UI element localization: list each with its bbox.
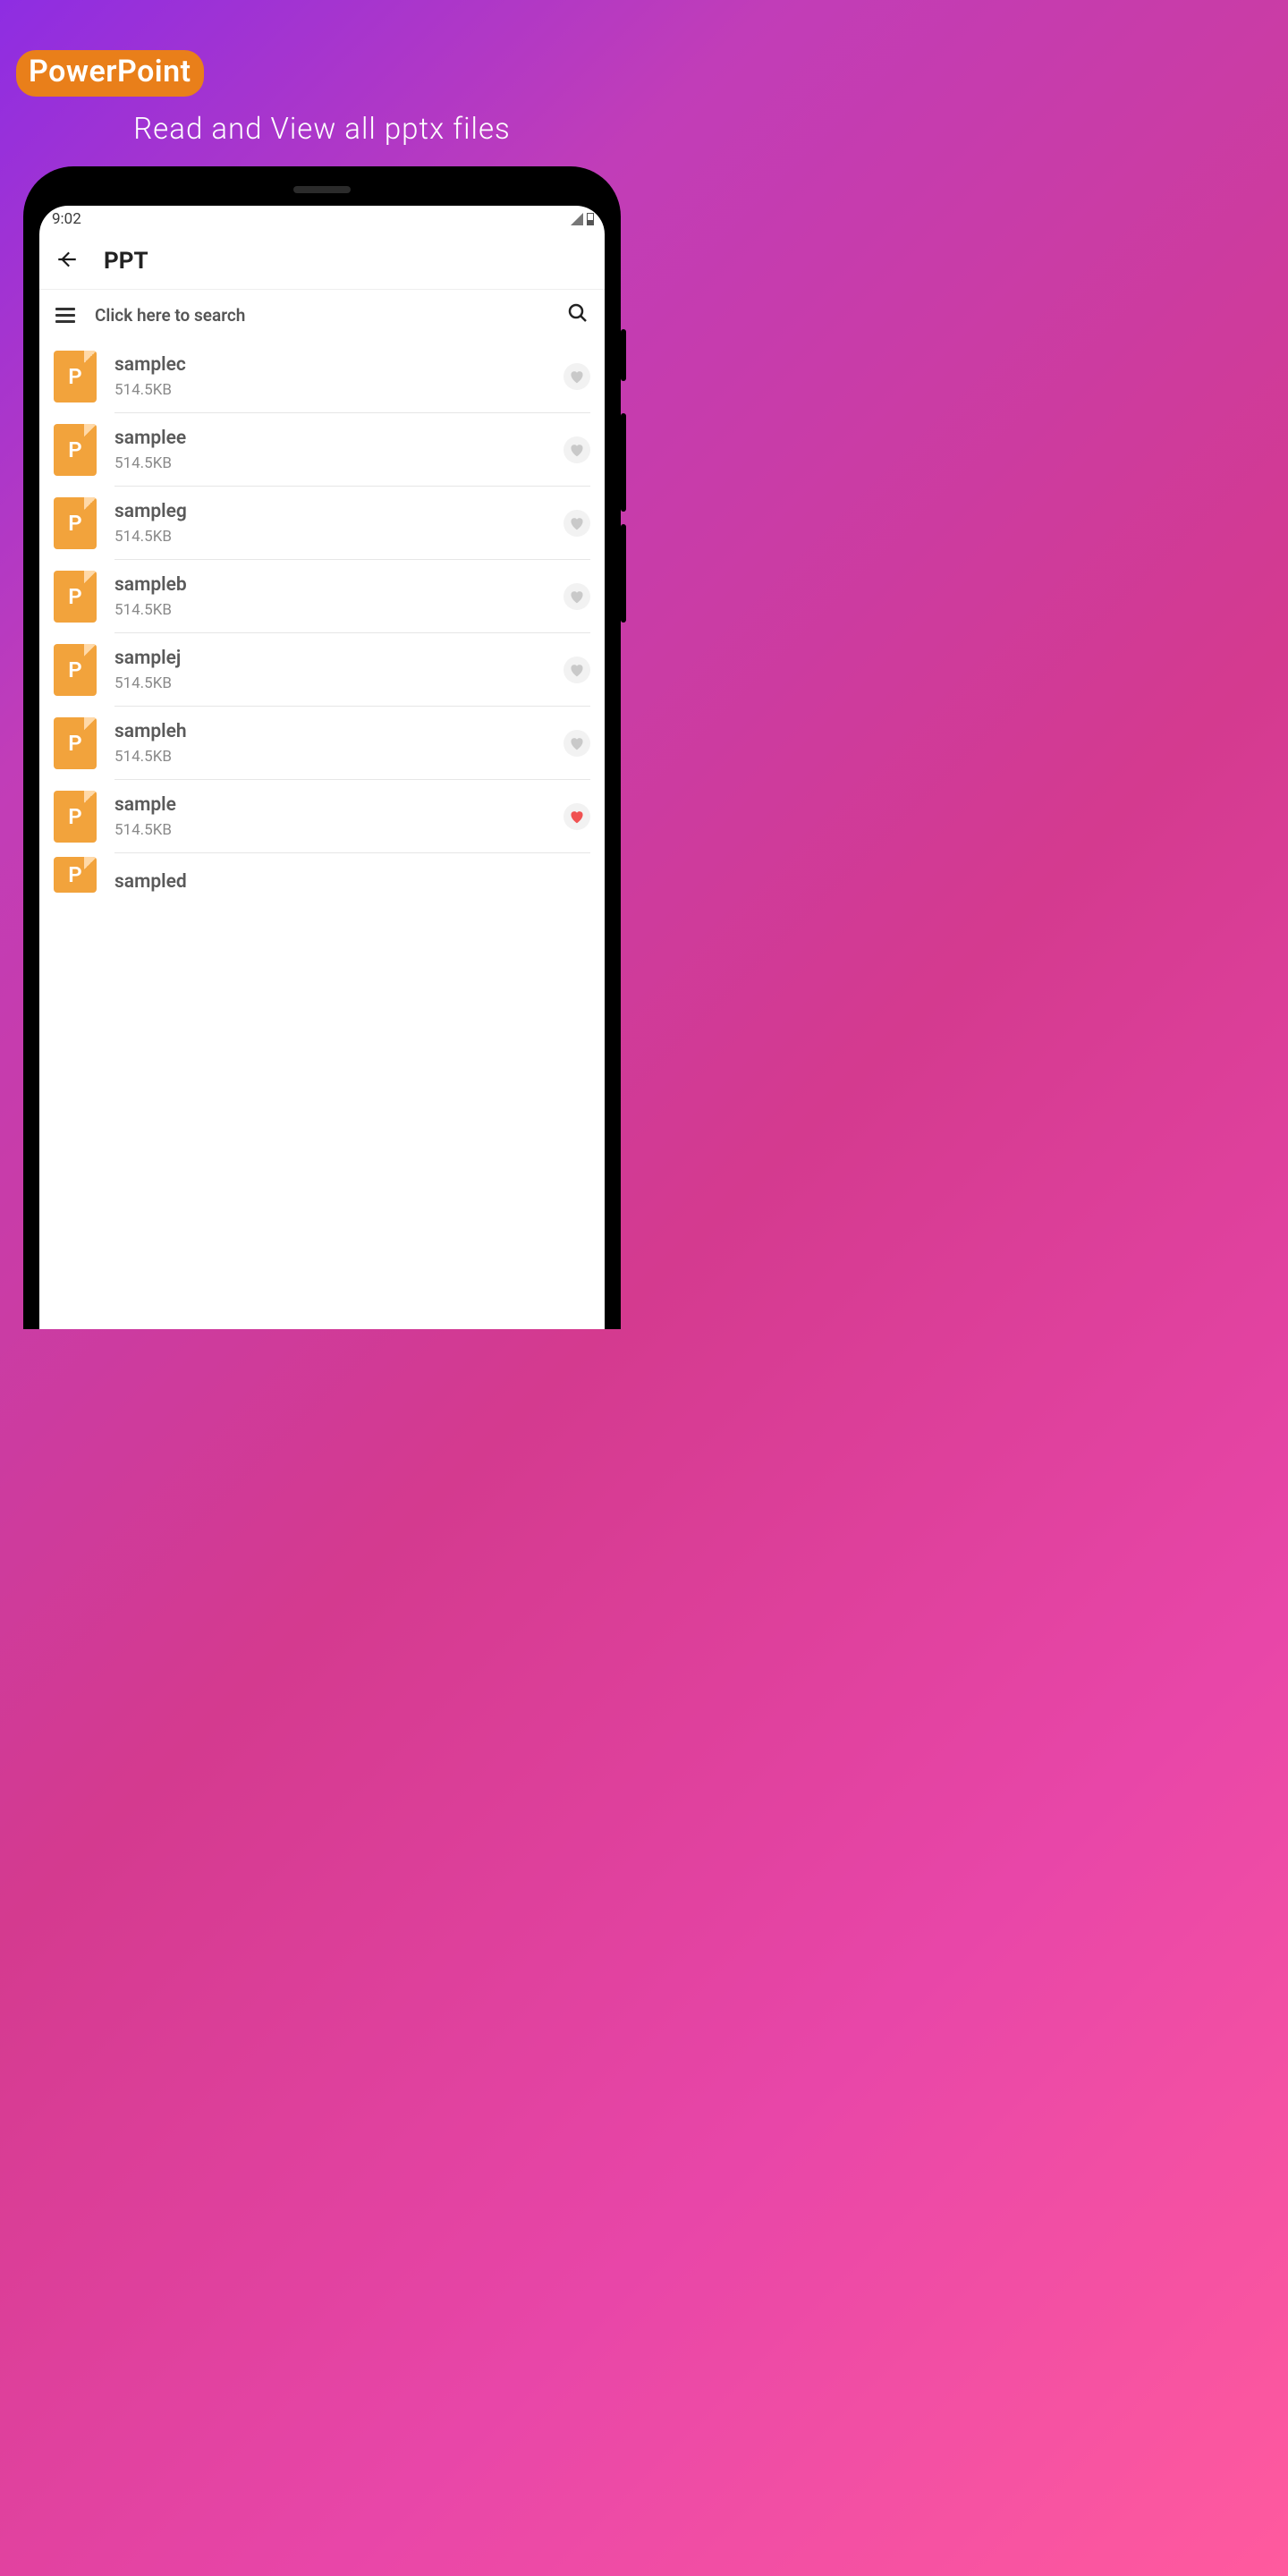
- battery-icon: [587, 213, 594, 225]
- file-name: samplec: [114, 354, 546, 376]
- file-item[interactable]: P sampleb 514.5KB: [54, 560, 590, 633]
- file-item[interactable]: P sampleh 514.5KB: [54, 707, 590, 780]
- file-size: 514.5KB: [114, 821, 546, 839]
- appbar-title: PPT: [104, 248, 148, 275]
- file-name: sampleh: [114, 721, 546, 742]
- favorite-button[interactable]: [564, 510, 590, 537]
- signal-icon: [571, 213, 583, 225]
- ppt-file-icon: P: [54, 857, 97, 893]
- app-badge: PowerPoint: [16, 50, 204, 97]
- file-list: P samplec 514.5KB P samplee 514.5KB: [39, 340, 605, 893]
- favorite-button[interactable]: [564, 363, 590, 390]
- app-badge-text: PowerPoint: [29, 54, 191, 89]
- file-size: 514.5KB: [114, 454, 546, 472]
- file-name: sample: [114, 794, 546, 816]
- search-row[interactable]: Click here to search: [39, 290, 605, 340]
- file-size: 514.5KB: [114, 381, 546, 399]
- file-item[interactable]: P sample 514.5KB: [54, 780, 590, 853]
- phone-speaker: [293, 186, 351, 193]
- file-item[interactable]: P sampled: [54, 853, 590, 893]
- file-name: sampleg: [114, 501, 546, 522]
- search-placeholder[interactable]: Click here to search: [95, 305, 547, 326]
- favorite-button[interactable]: [564, 583, 590, 610]
- app-bar: PPT: [39, 233, 605, 290]
- file-item[interactable]: P samplec 514.5KB: [54, 340, 590, 413]
- favorite-button[interactable]: [564, 436, 590, 463]
- ppt-file-icon: P: [54, 791, 97, 843]
- phone-frame: 9:02 PPT Click here to search P: [23, 166, 621, 1329]
- file-size: 514.5KB: [114, 528, 546, 546]
- favorite-button[interactable]: [564, 803, 590, 830]
- ppt-file-icon: P: [54, 424, 97, 476]
- status-indicators: [571, 213, 594, 225]
- favorite-button[interactable]: [564, 657, 590, 683]
- status-time: 9:02: [50, 210, 81, 228]
- file-name: samplej: [114, 648, 546, 669]
- ppt-file-icon: P: [54, 571, 97, 623]
- file-name: sampled: [114, 871, 590, 893]
- ppt-file-icon: P: [54, 717, 97, 769]
- phone-side-button: [621, 524, 626, 623]
- search-icon[interactable]: [567, 302, 589, 327]
- ppt-file-icon: P: [54, 644, 97, 696]
- file-item[interactable]: P sampleg 514.5KB: [54, 487, 590, 560]
- headline-text: Read and View all pptx files: [0, 112, 644, 147]
- file-item[interactable]: P samplej 514.5KB: [54, 633, 590, 707]
- ppt-file-icon: P: [54, 497, 97, 549]
- phone-screen: 9:02 PPT Click here to search P: [39, 206, 605, 1329]
- file-size: 514.5KB: [114, 674, 546, 692]
- file-size: 514.5KB: [114, 601, 546, 619]
- file-size: 514.5KB: [114, 748, 546, 766]
- favorite-button[interactable]: [564, 730, 590, 757]
- hamburger-icon[interactable]: [55, 308, 75, 323]
- phone-side-button: [621, 329, 626, 381]
- file-item[interactable]: P samplee 514.5KB: [54, 413, 590, 487]
- file-name: sampleb: [114, 574, 546, 596]
- ppt-file-icon: P: [54, 351, 97, 402]
- back-arrow-icon[interactable]: [55, 248, 79, 275]
- file-name: samplee: [114, 428, 546, 449]
- phone-side-button: [621, 413, 626, 512]
- status-bar: 9:02: [39, 206, 605, 233]
